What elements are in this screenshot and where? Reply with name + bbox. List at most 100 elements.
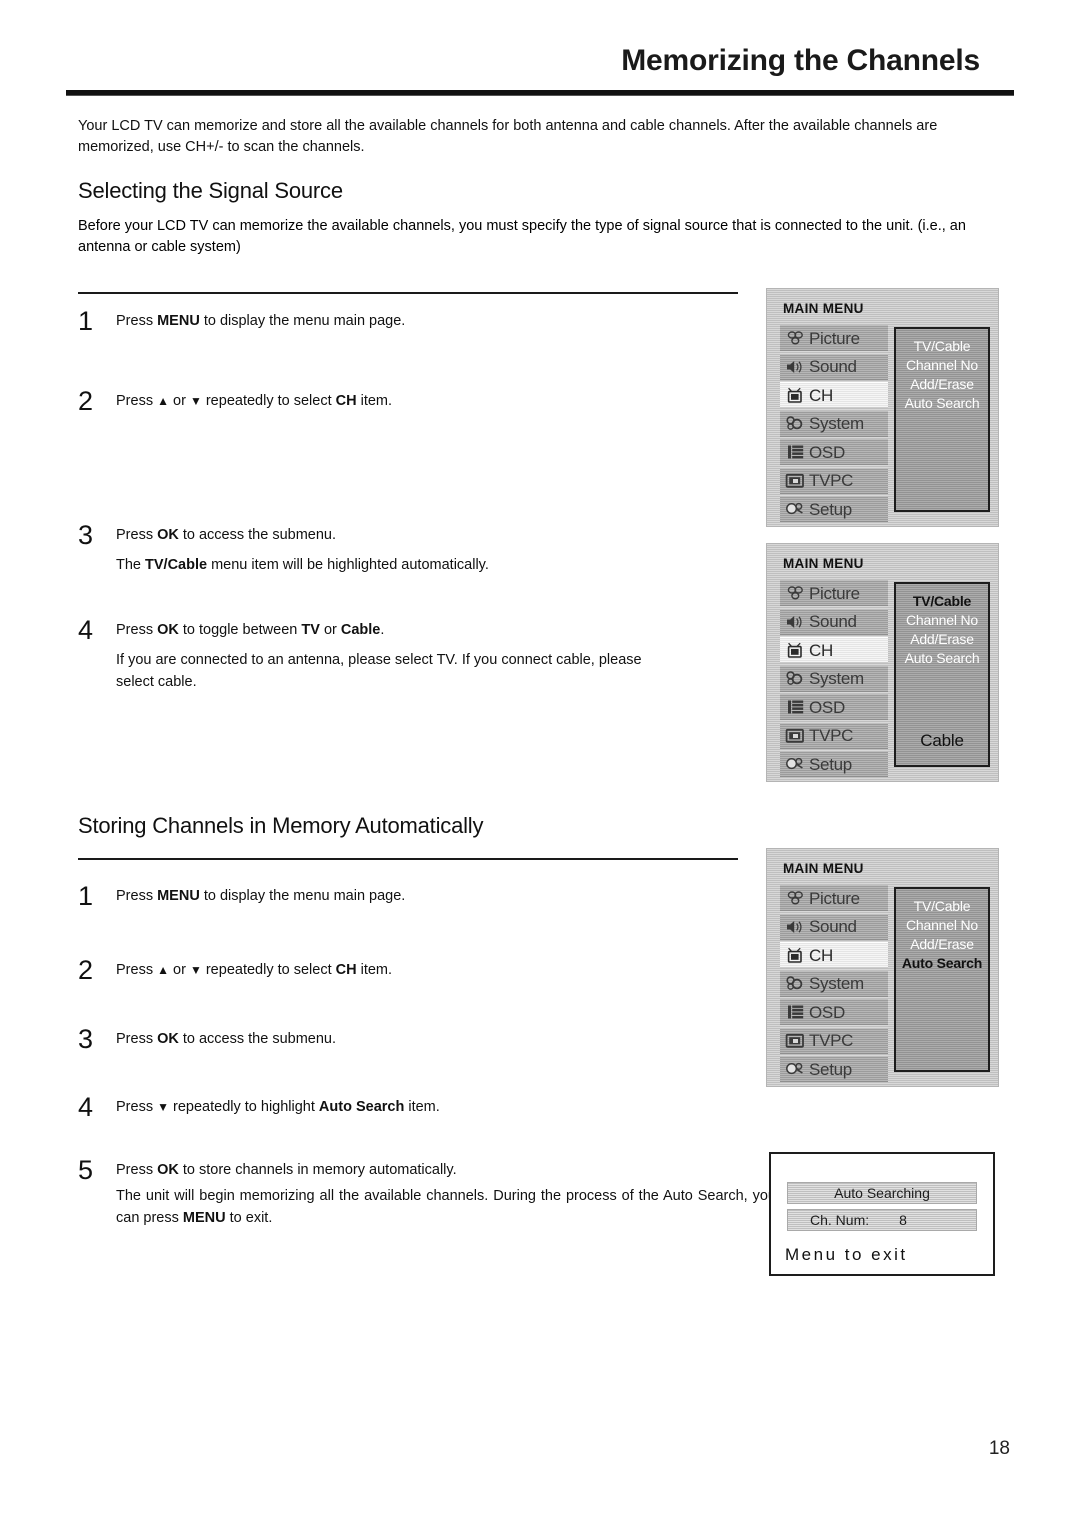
step-text: Press ▲ or ▼ repeatedly to select CH ite…: [116, 390, 750, 412]
step-text: Press OK to access the submenu.: [116, 524, 750, 546]
arrow-up-icon: ▲: [157, 963, 169, 977]
step-key-ok: OK: [157, 527, 179, 543]
osd-item-label: System: [809, 974, 864, 993]
osd-item-ch[interactable]: CH: [780, 382, 888, 408]
osd-submenu-item-channel-no[interactable]: Channel No: [896, 356, 988, 375]
osd-item-osd[interactable]: OSD: [780, 439, 888, 465]
step-item: 3 Press OK to access the submenu. The TV…: [78, 520, 750, 576]
osd-submenu-item-tvcable[interactable]: TV/Cable: [896, 897, 988, 916]
osd-submenu-item-channel-no[interactable]: Channel No: [896, 611, 988, 630]
step-subtext: The TV/Cable menu item will be highlight…: [116, 554, 750, 576]
step-text-post: .: [380, 622, 385, 638]
step-subtext-post: menu item will be highlighted automatica…: [207, 557, 489, 573]
osd-submenu-panel: TV/Cable Channel No Add/Erase Auto Searc…: [894, 327, 990, 512]
section-heading-storing-channels: Storing Channels in Memory Automatically: [78, 813, 484, 838]
step-text-post: item.: [356, 962, 393, 978]
osd-submenu-item-add-erase[interactable]: Add/Erase: [896, 375, 988, 394]
gears-icon: [783, 974, 807, 994]
tv-icon: [783, 945, 807, 965]
list-icon: [783, 442, 807, 462]
step-text-pre: Press: [116, 888, 158, 904]
osd-item-label: OSD: [809, 697, 845, 717]
osd-item-label: System: [809, 669, 864, 688]
osd-item-picture[interactable]: Picture: [780, 580, 888, 606]
step-number: 1: [78, 881, 94, 911]
speaker-icon: [783, 612, 807, 632]
osd-item-label: Setup: [809, 1059, 852, 1079]
osd-main-menu-panel-3: MAIN MENU Picture Sound CH System OSD TV…: [766, 848, 999, 1087]
step-text-mid: or: [168, 962, 190, 978]
step-text-post: to access the submenu.: [178, 527, 337, 543]
osd-item-ch[interactable]: CH: [780, 637, 888, 663]
osd-item-setup[interactable]: Setup: [780, 1056, 888, 1082]
osd-submenu-item-auto-search[interactable]: Auto Search: [896, 394, 988, 413]
osd-item-system[interactable]: System: [780, 970, 888, 997]
osd-item-list: Picture Sound CH System OSD TVPC Setup: [780, 580, 888, 780]
osd-item-label: TVPC: [809, 1031, 854, 1050]
step-key-menu: MENU: [182, 1210, 226, 1226]
osd-item-list: Picture Sound CH System OSD TVPC Setup: [780, 325, 888, 525]
step-text-pre: Press: [116, 1162, 158, 1178]
step-text: Press MENU to display the menu main page…: [116, 310, 750, 332]
step-text-post: to display the menu main page.: [199, 313, 406, 329]
step-text-pre: Press: [116, 962, 158, 978]
osd-item-osd[interactable]: OSD: [780, 999, 888, 1025]
step-text: Press ▲ or ▼ repeatedly to select CH ite…: [116, 959, 750, 981]
osd-item-setup[interactable]: Setup: [780, 751, 888, 777]
osd-item-picture[interactable]: Picture: [780, 885, 888, 911]
osd-submenu-item-tvcable[interactable]: TV/Cable: [896, 337, 988, 356]
osd-item-label: System: [809, 414, 864, 433]
step-number: 4: [78, 1092, 94, 1122]
tools-icon: [783, 754, 807, 774]
osd-submenu-item-auto-search[interactable]: Auto Search: [896, 649, 988, 668]
osd-item-system[interactable]: System: [780, 410, 888, 437]
osd-item-label: OSD: [809, 442, 845, 462]
arrow-down-icon: ▼: [157, 1100, 169, 1114]
step-text-pre: Press: [116, 393, 158, 409]
osd-main-menu-panel-2: MAIN MENU Picture Sound CH System OSD TV…: [766, 543, 999, 782]
osd-item-sound[interactable]: Sound: [780, 608, 888, 635]
channel-number-label: Ch. Num:: [810, 1212, 870, 1228]
step-subtext: The unit will begin memorizing all the a…: [116, 1185, 776, 1229]
step-text-mid: to toggle between: [178, 622, 302, 638]
osd-item-sound[interactable]: Sound: [780, 353, 888, 380]
channel-number-bar: Ch. Num: 8: [787, 1209, 977, 1231]
osd-item-tvpc[interactable]: TVPC: [780, 467, 888, 494]
step-item: 1 Press MENU to display the menu main pa…: [78, 306, 750, 336]
step-item: 1 Press MENU to display the menu main pa…: [78, 881, 750, 911]
osd-submenu-panel: TV/Cable Channel No Add/Erase Auto Searc…: [894, 887, 990, 1072]
osd-submenu-item-tvcable[interactable]: TV/Cable: [896, 592, 988, 611]
step-number: 4: [78, 615, 94, 645]
osd-item-tvpc[interactable]: TVPC: [780, 722, 888, 749]
osd-item-label: Picture: [809, 888, 860, 908]
osd-item-setup[interactable]: Setup: [780, 496, 888, 522]
picture-icon: [783, 888, 807, 908]
osd-submenu-item-add-erase[interactable]: Add/Erase: [896, 630, 988, 649]
step-text-mid2: repeatedly to select: [201, 393, 336, 409]
osd-item-picture[interactable]: Picture: [780, 325, 888, 351]
step-key-tv: TV: [301, 622, 320, 638]
step-key-cable: Cable: [340, 622, 381, 638]
step-key-ch: CH: [335, 393, 357, 409]
osd-item-tvpc[interactable]: TVPC: [780, 1027, 888, 1054]
osd-submenu-item-add-erase[interactable]: Add/Erase: [896, 935, 988, 954]
osd-item-label: Sound: [809, 917, 857, 936]
step-key-ch: CH: [335, 962, 357, 978]
osd-item-system[interactable]: System: [780, 665, 888, 692]
osd-item-ch[interactable]: CH: [780, 942, 888, 968]
step-key-ok: OK: [157, 622, 179, 638]
exit-hint-text: Menu to exit: [785, 1245, 908, 1264]
osd-item-sound[interactable]: Sound: [780, 913, 888, 940]
step-number: 1: [78, 306, 94, 336]
monitor-icon: [783, 471, 807, 491]
osd-item-label: TVPC: [809, 726, 854, 745]
osd-submenu-item-auto-search[interactable]: Auto Search: [896, 954, 988, 973]
osd-submenu-item-channel-no[interactable]: Channel No: [896, 916, 988, 935]
osd-item-osd[interactable]: OSD: [780, 694, 888, 720]
step-key-tvcable: TV/Cable: [145, 557, 208, 573]
step-number: 2: [78, 386, 94, 416]
picture-icon: [783, 328, 807, 348]
step-text-mid2: repeatedly to highlight: [168, 1099, 319, 1115]
step-text-pre: Press: [116, 527, 158, 543]
step-number: 5: [78, 1155, 94, 1185]
